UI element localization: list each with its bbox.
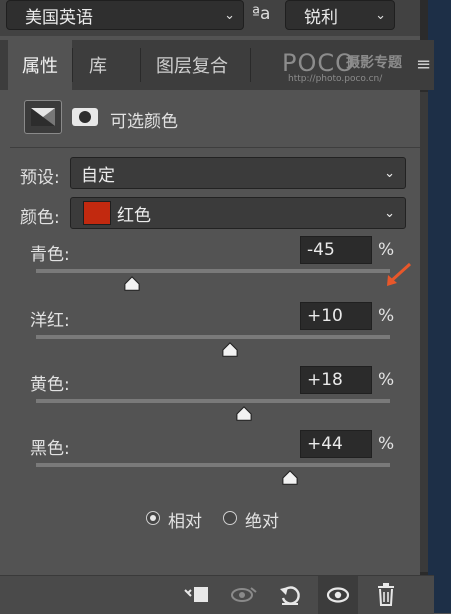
layer-mask-icon[interactable] [72, 108, 98, 126]
annotation-arrow-icon [387, 262, 412, 286]
preset-label: 预设: [20, 168, 60, 188]
slider-label: 黑色: [30, 439, 70, 459]
panel-bottom-bar [0, 575, 434, 614]
tab-label: 库 [89, 56, 107, 77]
anti-alias-icon: ªa [252, 4, 271, 24]
window-background-strip [428, 0, 451, 613]
view-previous-state-button[interactable] [226, 576, 262, 614]
slider-value: +44 [307, 434, 343, 454]
trash-icon [378, 583, 394, 606]
clip-to-layer-icon [184, 587, 208, 602]
slider-unit: % [378, 370, 395, 390]
absolute-radio[interactable] [223, 511, 237, 525]
anti-alias-value: 锐利 [304, 7, 338, 28]
slider-value-field[interactable]: +10 [300, 302, 372, 330]
slider-unit: % [378, 434, 395, 454]
slider-value-field[interactable]: +18 [300, 366, 372, 394]
font-language-select[interactable]: 美国英语 ⌄ [6, 0, 244, 30]
relative-label: 相对 [168, 512, 202, 532]
slider-value: +18 [307, 370, 343, 390]
slider-thumb[interactable] [221, 342, 239, 358]
font-language-value: 美国英语 [25, 7, 93, 28]
watermark-url: http://photo.poco.cn/ [288, 74, 383, 84]
slider-value: +10 [307, 306, 343, 326]
slider-unit: % [378, 306, 395, 326]
absolute-label: 绝对 [245, 512, 279, 532]
slider-track[interactable] [36, 335, 390, 339]
delete-button[interactable] [368, 576, 404, 614]
tab-label: 属性 [22, 56, 58, 77]
panel-title: 可选颜色 [110, 112, 178, 132]
chevron-down-icon: ⌄ [384, 165, 395, 181]
color-swatch [83, 201, 111, 225]
colors-label: 颜色: [20, 208, 60, 228]
slider-value-field[interactable]: +44 [300, 430, 372, 458]
eye-icon [326, 587, 350, 603]
relative-radio[interactable] [146, 511, 160, 525]
slider-thumb[interactable] [235, 406, 253, 422]
watermark-brand: POCO [282, 49, 356, 77]
adjustment-icon [24, 100, 62, 134]
slider-track[interactable] [36, 399, 390, 403]
chevron-down-icon: ⌄ [375, 7, 386, 23]
tab-label: 图层复合 [156, 56, 228, 77]
slider-unit: % [378, 240, 395, 260]
toggle-visibility-button[interactable] [318, 576, 358, 614]
slider-track[interactable] [36, 269, 390, 273]
tab-bar: 属性 库 图层复合 POCO 摄影专题 http://photo.poco.cn… [0, 40, 434, 90]
preset-select[interactable]: 自定 ⌄ [70, 157, 406, 189]
slider-value: -45 [307, 240, 335, 260]
reset-icon [280, 586, 300, 605]
tab-layer-comps[interactable]: 图层复合 [142, 40, 242, 90]
slider-value-field[interactable]: -45 [300, 236, 372, 264]
eye-previous-icon [231, 587, 257, 602]
slider-thumb[interactable] [123, 276, 141, 292]
chevron-down-icon: ⌄ [224, 7, 235, 23]
reset-button[interactable] [272, 576, 308, 614]
tab-properties[interactable]: 属性 [8, 40, 72, 90]
slider-label: 黄色: [30, 375, 70, 395]
tab-libraries[interactable]: 库 [74, 40, 122, 90]
colors-select[interactable]: 红色 ⌄ [70, 197, 406, 229]
clip-to-layer-button[interactable] [178, 576, 214, 614]
panel-menu-icon[interactable]: ≡ [416, 54, 431, 75]
anti-alias-select[interactable]: 锐利 ⌄ [285, 0, 395, 30]
slider-thumb[interactable] [281, 470, 299, 486]
slider-label: 青色: [30, 245, 70, 265]
preset-value: 自定 [81, 165, 115, 186]
slider-track[interactable] [36, 463, 390, 467]
watermark-brand-cn: 摄影专题 [346, 55, 402, 71]
divider [10, 147, 420, 148]
chevron-down-icon: ⌄ [384, 205, 395, 221]
colors-value: 红色 [117, 205, 151, 226]
panel-scrollbar[interactable] [420, 92, 428, 572]
slider-label: 洋红: [30, 311, 70, 331]
